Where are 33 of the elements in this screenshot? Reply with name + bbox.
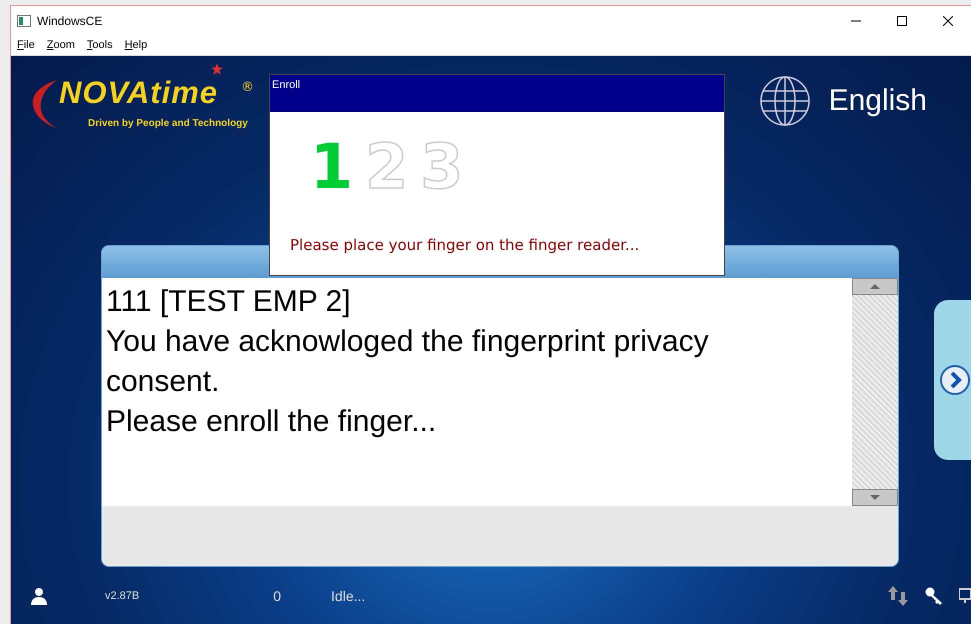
menu-item[interactable]: Help [124, 39, 148, 51]
down-arrow-icon [870, 495, 880, 500]
scroll-down-button[interactable] [852, 489, 898, 506]
star-icon [211, 63, 223, 75]
transfer-arrows-icon[interactable] [887, 586, 909, 606]
swoosh-icon [31, 78, 57, 130]
up-arrow-icon [870, 284, 880, 289]
menu-item[interactable]: Tools [86, 39, 113, 51]
count-label: 0 [273, 588, 282, 604]
chevron-right-icon [939, 364, 971, 396]
maximize-icon [897, 16, 907, 26]
logo-tagline: Driven by People and Technology [88, 118, 248, 129]
scrollbar[interactable] [852, 278, 898, 506]
menu-item[interactable]: Zoom [46, 39, 75, 51]
version-label: v2.87B [105, 590, 140, 602]
close-icon [943, 16, 953, 26]
network-icon[interactable] [959, 586, 971, 604]
language-button[interactable]: English [758, 75, 927, 127]
status-text: Idle... [331, 588, 366, 604]
message-text: 111 [TEST EMP 2] You have acknowloged the fingerprint privacy consent. Please enroll the finger... [105, 284, 710, 440]
key-icon[interactable] [925, 586, 943, 604]
step-number: 1 [310, 136, 354, 198]
scroll-up-button[interactable] [852, 278, 898, 295]
user-icon[interactable] [31, 586, 47, 604]
logo-text: NOVAtime [59, 76, 218, 110]
next-tab[interactable] [934, 300, 971, 460]
globe-icon [758, 75, 811, 127]
dialog-title: Enroll [270, 75, 724, 112]
menu-item[interactable]: File [17, 39, 35, 51]
window-title: WindowsCE [37, 14, 102, 28]
app-icon [17, 14, 31, 26]
registered-mark: ® [241, 80, 254, 95]
prompt-text: Please place your finger on the finger reader... [290, 236, 640, 254]
